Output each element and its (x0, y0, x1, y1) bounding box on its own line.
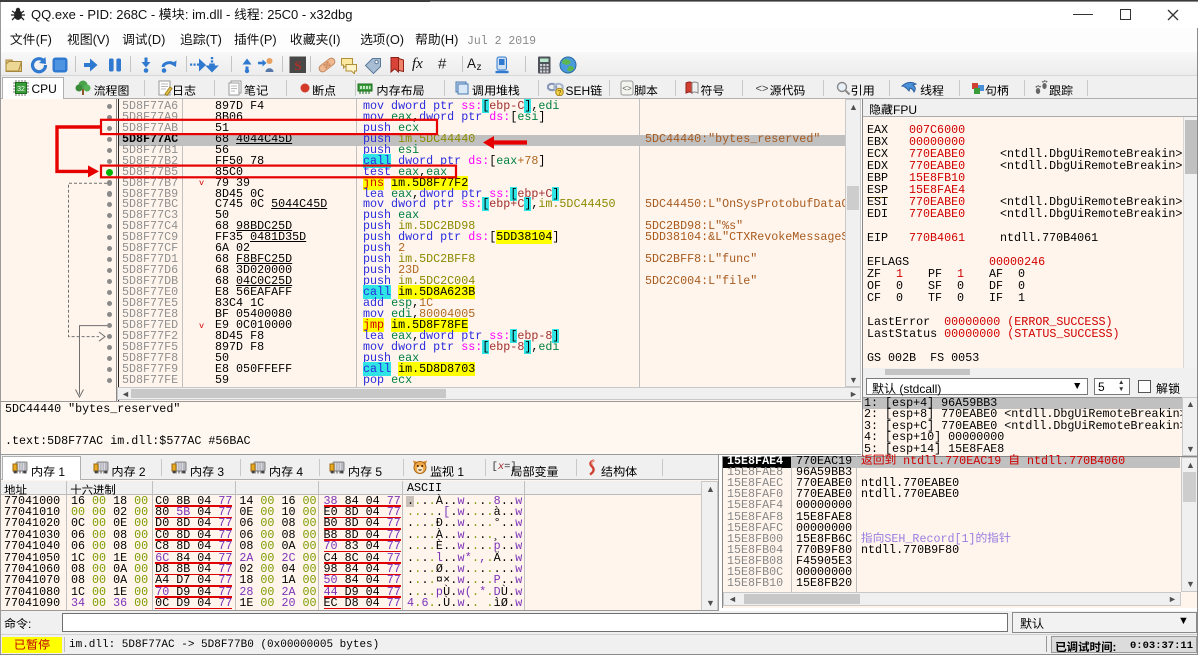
svg-text:32: 32 (17, 86, 25, 93)
svg-text:?: ? (558, 90, 562, 96)
svg-text:A: A (467, 56, 476, 71)
svg-text:fx: fx (412, 56, 423, 72)
svg-text:S: S (294, 58, 301, 73)
svg-text:z: z (477, 62, 482, 73)
svg-text:<>: <> (622, 84, 632, 93)
svg-text:<>: <> (756, 83, 769, 95)
svg-text:#: # (438, 56, 447, 73)
